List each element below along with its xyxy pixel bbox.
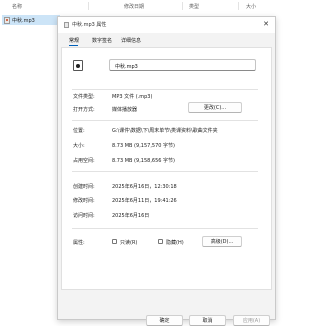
created-value: 2025年6月16日，12:30:18: [112, 184, 177, 190]
properties-dialog: 中秋.mp3 属性 ✕ 常规 数字签名 详细信息 文件类型: MP3 文件 (.…: [57, 16, 276, 326]
tab-general[interactable]: 常规: [69, 37, 79, 44]
explorer-column-header: 名称 修改日期 类型 大小: [0, 0, 276, 12]
dialog-title: 中秋.mp3 属性: [72, 22, 107, 28]
ok-button[interactable]: 确定: [146, 315, 183, 326]
close-icon[interactable]: ✕: [263, 20, 269, 28]
size-on-disk-value: 8.73 MB (9,158,656 字节): [112, 158, 175, 164]
readonly-checkbox[interactable]: [112, 239, 117, 244]
size-label: 大小:: [73, 143, 85, 149]
column-divider: [88, 2, 89, 10]
general-panel: [61, 47, 272, 290]
tab-details[interactable]: 详细信息: [121, 37, 141, 44]
column-type[interactable]: 类型: [189, 3, 199, 10]
audio-file-icon: [64, 22, 69, 28]
tab-digital-signature[interactable]: 数字签名: [92, 37, 112, 44]
dialog-titlebar[interactable]: 中秋.mp3 属性 ✕: [58, 17, 275, 33]
divider: [72, 171, 258, 172]
file-type-value: MP3 文件 (.mp3): [112, 94, 153, 100]
file-name: 中秋.mp3: [12, 17, 35, 24]
column-divider: [238, 2, 239, 10]
hidden-checkbox[interactable]: [158, 239, 163, 244]
accessed-label: 访问时间:: [73, 213, 95, 219]
cancel-button[interactable]: 取消: [189, 315, 226, 326]
size-on-disk-label: 占用空间:: [73, 158, 95, 164]
file-list-item[interactable]: 中秋.mp3: [2, 15, 60, 25]
active-tab-indicator: [69, 45, 78, 46]
modified-value: 2025年6月11日，19:41:26: [112, 198, 177, 204]
advanced-button[interactable]: 高级(D)...: [202, 236, 242, 247]
file-type-label: 文件类型:: [73, 94, 95, 100]
readonly-label[interactable]: 只读(R): [120, 239, 137, 246]
divider: [72, 120, 258, 121]
file-name-input[interactable]: [109, 59, 256, 71]
location-value: G:\课件\数据\下\周末单节\类课资料\歌曲文件夹: [112, 128, 218, 134]
audio-file-icon: [4, 16, 10, 24]
apply-button[interactable]: 应用(A): [233, 315, 270, 326]
change-button[interactable]: 更改(C)...: [188, 102, 242, 113]
modified-label: 修改时间:: [73, 198, 95, 204]
column-modified[interactable]: 修改日期: [124, 3, 144, 10]
column-name[interactable]: 名称: [12, 3, 22, 10]
column-divider: [182, 2, 183, 10]
tab-bar: 常规 数字签名 详细信息: [58, 35, 275, 45]
open-with-label: 打开方式:: [73, 107, 95, 113]
size-value: 8.73 MB (9,157,570 字节): [112, 143, 175, 149]
location-label: 位置:: [73, 128, 85, 134]
divider: [72, 228, 258, 229]
media-file-icon: [73, 60, 83, 71]
column-size[interactable]: 大小: [246, 3, 256, 10]
created-label: 创建时间:: [73, 184, 95, 190]
accessed-value: 2025年6月16日: [112, 213, 150, 219]
hidden-label[interactable]: 隐藏(H): [166, 239, 184, 246]
attributes-label: 属性:: [73, 240, 85, 246]
open-with-value: 媒体播放器: [112, 107, 138, 113]
divider: [72, 89, 258, 90]
